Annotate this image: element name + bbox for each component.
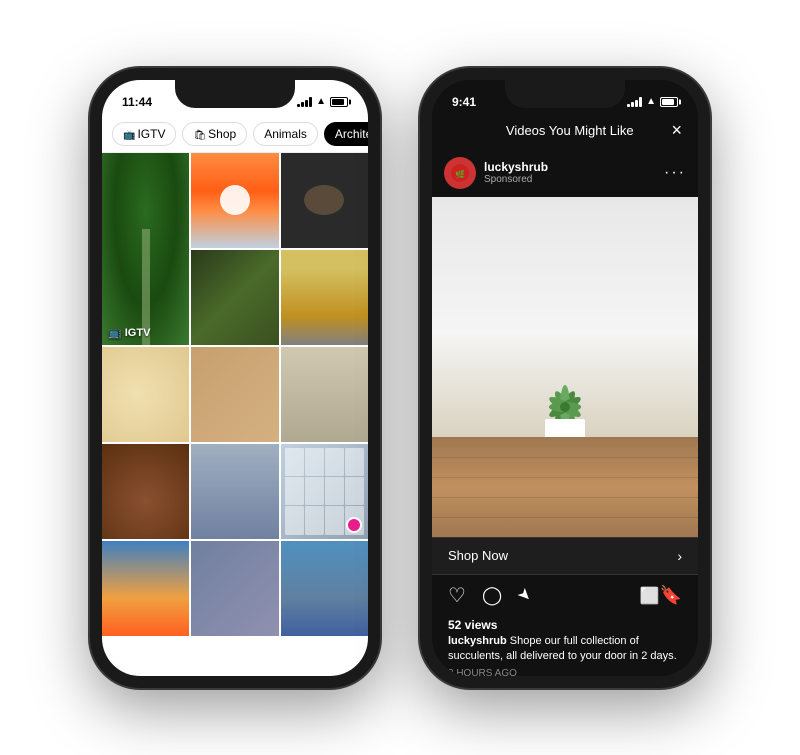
like-button[interactable]: ♡ <box>448 583 466 608</box>
plant-visual <box>525 337 605 442</box>
category-architecture[interactable]: Architecture <box>324 122 368 146</box>
post-time: 3 HOURS AGO <box>448 668 682 675</box>
video-header: Videos You Might Like × <box>432 116 698 149</box>
right-phone: 9:41 ▲ Videos You Might Like × <box>420 68 710 688</box>
more-options-button[interactable]: ··· <box>664 164 686 182</box>
caption-username[interactable]: luckyshrub <box>448 635 507 647</box>
grid-cell-food-dark[interactable] <box>281 153 368 248</box>
category-animals[interactable]: Animals <box>253 122 318 146</box>
left-wifi-icon: ▲ <box>316 96 326 107</box>
action-bar: ♡ ◯ ➤ 🔖 <box>432 575 698 616</box>
grid-cell-house[interactable] <box>191 250 278 345</box>
right-notch <box>505 80 625 108</box>
grid-cell-coffee[interactable] <box>102 444 189 539</box>
plant-svg <box>525 337 605 437</box>
user-info: luckyshrub Sponsored <box>484 160 656 185</box>
category-bar[interactable]: 📺IGTV 🛍Shop Animals Architecture Ho... <box>102 116 368 153</box>
shop-now-label[interactable]: Shop Now <box>448 548 508 563</box>
grid-cell-sky[interactable] <box>102 541 189 636</box>
user-row: 🌿 luckyshrub Sponsored ··· <box>432 149 698 197</box>
shop-now-arrow-icon: › <box>677 548 682 564</box>
right-signal-icon <box>627 97 642 107</box>
pink-dot <box>346 517 362 533</box>
left-time: 11:44 <box>122 95 152 109</box>
grid-cell-eiffel[interactable] <box>191 444 278 539</box>
views-count: 52 views <box>448 618 682 632</box>
wood-floor <box>432 437 698 537</box>
sponsored-label: Sponsored <box>484 174 656 185</box>
grid-cell-pasta[interactable] <box>102 347 189 442</box>
shop-now-bar[interactable]: Shop Now › <box>432 537 698 575</box>
grid-cell-dog[interactable] <box>281 347 368 442</box>
right-wifi-icon: ▲ <box>646 96 656 107</box>
close-button[interactable]: × <box>671 120 682 141</box>
username[interactable]: luckyshrub <box>484 160 656 174</box>
left-notch <box>175 80 295 108</box>
igtv-label: 📺 IGTV <box>108 326 150 339</box>
right-status-icons: ▲ <box>627 96 678 107</box>
grid-cell-sunset[interactable] <box>191 153 278 248</box>
explore-grid: 📺 IGTV <box>102 153 368 636</box>
left-phone-screen: 11:44 ▲ 📺IGTV 🛍Shop <box>102 80 368 676</box>
post-caption: luckyshrub Shope our full collection of … <box>448 634 682 665</box>
grid-cell-car[interactable] <box>281 250 368 345</box>
video-header-title: Videos You Might Like <box>468 123 671 138</box>
category-shop[interactable]: 🛍Shop <box>182 122 247 146</box>
comment-button[interactable]: ◯ <box>482 585 502 606</box>
grid-cell-building[interactable] <box>281 444 368 539</box>
post-info: 52 views luckyshrub Shope our full colle… <box>432 616 698 676</box>
left-phone: 11:44 ▲ 📺IGTV 🛍Shop <box>90 68 380 688</box>
left-battery-icon <box>330 97 348 107</box>
share-button[interactable]: ➤ <box>513 583 537 607</box>
left-signal-icon <box>297 97 312 107</box>
right-phone-screen: 9:41 ▲ Videos You Might Like × <box>432 80 698 676</box>
video-poster[interactable] <box>432 197 698 537</box>
user-avatar: 🌿 <box>444 157 476 189</box>
category-igtv[interactable]: 📺IGTV <box>112 122 176 146</box>
avatar-logo: 🌿 <box>450 163 470 183</box>
grid-cell-books[interactable] <box>191 541 278 636</box>
right-battery-icon <box>660 97 678 107</box>
grid-cell-food1[interactable] <box>191 347 278 442</box>
right-time: 9:41 <box>452 95 476 109</box>
grid-cell-surfer[interactable] <box>281 541 368 636</box>
svg-text:🌿: 🌿 <box>455 169 465 179</box>
bookmark-button[interactable]: 🔖 <box>640 585 682 606</box>
left-status-icons: ▲ <box>297 96 348 107</box>
grid-cell-forest[interactable]: 📺 IGTV <box>102 153 189 345</box>
